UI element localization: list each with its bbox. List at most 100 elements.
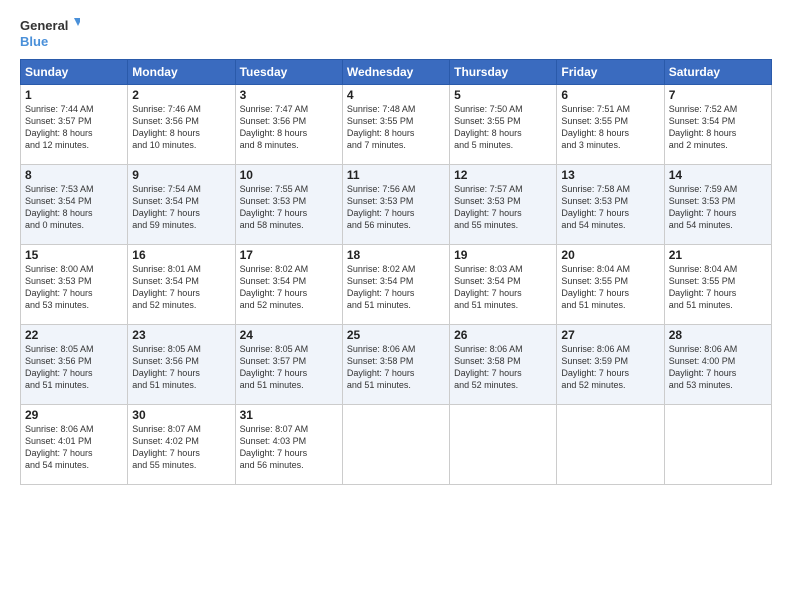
day-number: 8 bbox=[25, 168, 123, 182]
day-cell: 9Sunrise: 7:54 AMSunset: 3:54 PMDaylight… bbox=[128, 165, 235, 245]
day-info: Sunrise: 7:52 AMSunset: 3:54 PMDaylight:… bbox=[669, 103, 767, 152]
day-info: Sunrise: 7:54 AMSunset: 3:54 PMDaylight:… bbox=[132, 183, 230, 232]
day-info: Sunrise: 8:04 AMSunset: 3:55 PMDaylight:… bbox=[561, 263, 659, 312]
day-number: 7 bbox=[669, 88, 767, 102]
day-info: Sunrise: 7:56 AMSunset: 3:53 PMDaylight:… bbox=[347, 183, 445, 232]
calendar-table: SundayMondayTuesdayWednesdayThursdayFrid… bbox=[20, 59, 772, 485]
day-header-friday: Friday bbox=[557, 60, 664, 85]
day-number: 30 bbox=[132, 408, 230, 422]
day-number: 18 bbox=[347, 248, 445, 262]
day-number: 17 bbox=[240, 248, 338, 262]
day-info: Sunrise: 7:59 AMSunset: 3:53 PMDaylight:… bbox=[669, 183, 767, 232]
day-info: Sunrise: 7:50 AMSunset: 3:55 PMDaylight:… bbox=[454, 103, 552, 152]
day-number: 6 bbox=[561, 88, 659, 102]
day-cell: 11Sunrise: 7:56 AMSunset: 3:53 PMDayligh… bbox=[342, 165, 449, 245]
day-number: 4 bbox=[347, 88, 445, 102]
day-info: Sunrise: 8:06 AMSunset: 4:00 PMDaylight:… bbox=[669, 343, 767, 392]
week-row-4: 22 Sunrise: 8:05 AMSunset: 3:56 PMDayligh… bbox=[21, 325, 772, 405]
day-cell bbox=[557, 405, 664, 485]
day-cell: 18Sunrise: 8:02 AMSunset: 3:54 PMDayligh… bbox=[342, 245, 449, 325]
day-cell: 19Sunrise: 8:03 AMSunset: 3:54 PMDayligh… bbox=[450, 245, 557, 325]
day-cell: 1Sunrise: 7:44 AMSunset: 3:57 PMDaylight… bbox=[21, 85, 128, 165]
day-cell: 2Sunrise: 7:46 AMSunset: 3:56 PMDaylight… bbox=[128, 85, 235, 165]
day-number: 2 bbox=[132, 88, 230, 102]
day-info: Sunrise: 8:00 AMSunset: 3:53 PMDaylight:… bbox=[25, 263, 123, 312]
day-info: Sunrise: 8:02 AMSunset: 3:54 PMDaylight:… bbox=[347, 263, 445, 312]
day-info: Sunrise: 8:02 AMSunset: 3:54 PMDaylight:… bbox=[240, 263, 338, 312]
day-cell: 21Sunrise: 8:04 AMSunset: 3:55 PMDayligh… bbox=[664, 245, 771, 325]
day-header-tuesday: Tuesday bbox=[235, 60, 342, 85]
day-number: 12 bbox=[454, 168, 552, 182]
day-number: 26 bbox=[454, 328, 552, 342]
day-number: 16 bbox=[132, 248, 230, 262]
day-info: Sunrise: 8:03 AMSunset: 3:54 PMDaylight:… bbox=[454, 263, 552, 312]
logo: General Blue bbox=[20, 16, 80, 51]
day-number: 29 bbox=[25, 408, 123, 422]
day-info: Sunrise: 7:57 AMSunset: 3:53 PMDaylight:… bbox=[454, 183, 552, 232]
day-info: Sunrise: 8:01 AMSunset: 3:54 PMDaylight:… bbox=[132, 263, 230, 312]
day-cell: 6Sunrise: 7:51 AMSunset: 3:55 PMDaylight… bbox=[557, 85, 664, 165]
day-info: Sunrise: 8:07 AMSunset: 4:02 PMDaylight:… bbox=[132, 423, 230, 472]
day-number: 22 bbox=[25, 328, 123, 342]
day-info: Sunrise: 8:06 AMSunset: 3:58 PMDaylight:… bbox=[454, 343, 552, 392]
day-number: 25 bbox=[347, 328, 445, 342]
header: General Blue bbox=[20, 16, 772, 51]
week-row-5: 29Sunrise: 8:06 AMSunset: 4:01 PMDayligh… bbox=[21, 405, 772, 485]
day-number: 10 bbox=[240, 168, 338, 182]
day-cell bbox=[342, 405, 449, 485]
day-info: Sunrise: 7:46 AMSunset: 3:56 PMDaylight:… bbox=[132, 103, 230, 152]
day-number: 21 bbox=[669, 248, 767, 262]
day-cell: 28Sunrise: 8:06 AMSunset: 4:00 PMDayligh… bbox=[664, 325, 771, 405]
day-cell: 17Sunrise: 8:02 AMSunset: 3:54 PMDayligh… bbox=[235, 245, 342, 325]
day-cell: 13Sunrise: 7:58 AMSunset: 3:53 PMDayligh… bbox=[557, 165, 664, 245]
svg-text:General: General bbox=[20, 18, 68, 33]
week-row-2: 8Sunrise: 7:53 AMSunset: 3:54 PMDaylight… bbox=[21, 165, 772, 245]
day-header-monday: Monday bbox=[128, 60, 235, 85]
day-cell: 12Sunrise: 7:57 AMSunset: 3:53 PMDayligh… bbox=[450, 165, 557, 245]
day-cell: 27Sunrise: 8:06 AMSunset: 3:59 PMDayligh… bbox=[557, 325, 664, 405]
day-number: 13 bbox=[561, 168, 659, 182]
day-cell: 5Sunrise: 7:50 AMSunset: 3:55 PMDaylight… bbox=[450, 85, 557, 165]
day-info: Sunrise: 7:55 AMSunset: 3:53 PMDaylight:… bbox=[240, 183, 338, 232]
day-info: Sunrise: 7:44 AMSunset: 3:57 PMDaylight:… bbox=[25, 103, 123, 152]
day-number: 19 bbox=[454, 248, 552, 262]
day-number: 15 bbox=[25, 248, 123, 262]
day-info: Sunrise: 7:48 AMSunset: 3:55 PMDaylight:… bbox=[347, 103, 445, 152]
day-number: 11 bbox=[347, 168, 445, 182]
day-info: Sunrise: 8:06 AMSunset: 3:59 PMDaylight:… bbox=[561, 343, 659, 392]
day-number: 20 bbox=[561, 248, 659, 262]
day-header-sunday: Sunday bbox=[21, 60, 128, 85]
day-header-thursday: Thursday bbox=[450, 60, 557, 85]
day-info: Sunrise: 7:47 AMSunset: 3:56 PMDaylight:… bbox=[240, 103, 338, 152]
day-info: Sunrise: 7:53 AMSunset: 3:54 PMDaylight:… bbox=[25, 183, 123, 232]
day-info: Sunrise: 8:05 AMSunset: 3:57 PMDaylight:… bbox=[240, 343, 338, 392]
day-cell: 7Sunrise: 7:52 AMSunset: 3:54 PMDaylight… bbox=[664, 85, 771, 165]
day-cell: 14Sunrise: 7:59 AMSunset: 3:53 PMDayligh… bbox=[664, 165, 771, 245]
day-info: Sunrise: 8:05 AMSunset: 3:56 PMDaylight:… bbox=[132, 343, 230, 392]
day-info: Sunrise: 7:58 AMSunset: 3:53 PMDaylight:… bbox=[561, 183, 659, 232]
day-cell: 31Sunrise: 8:07 AMSunset: 4:03 PMDayligh… bbox=[235, 405, 342, 485]
svg-text:Blue: Blue bbox=[20, 34, 48, 49]
day-number: 24 bbox=[240, 328, 338, 342]
day-number: 14 bbox=[669, 168, 767, 182]
day-cell: 25Sunrise: 8:06 AMSunset: 3:58 PMDayligh… bbox=[342, 325, 449, 405]
day-number: 5 bbox=[454, 88, 552, 102]
page: General Blue SundayMondayTuesdayWednesda… bbox=[0, 0, 792, 495]
day-header-saturday: Saturday bbox=[664, 60, 771, 85]
day-number: 23 bbox=[132, 328, 230, 342]
day-cell: 29Sunrise: 8:06 AMSunset: 4:01 PMDayligh… bbox=[21, 405, 128, 485]
day-info: Sunrise: 8:07 AMSunset: 4:03 PMDaylight:… bbox=[240, 423, 338, 472]
day-cell bbox=[664, 405, 771, 485]
logo-svg: General Blue bbox=[20, 16, 80, 51]
day-cell bbox=[450, 405, 557, 485]
day-cell: 15Sunrise: 8:00 AMSunset: 3:53 PMDayligh… bbox=[21, 245, 128, 325]
day-header-wednesday: Wednesday bbox=[342, 60, 449, 85]
day-cell: 4Sunrise: 7:48 AMSunset: 3:55 PMDaylight… bbox=[342, 85, 449, 165]
day-info: Sunrise: 8:04 AMSunset: 3:55 PMDaylight:… bbox=[669, 263, 767, 312]
day-cell: 8Sunrise: 7:53 AMSunset: 3:54 PMDaylight… bbox=[21, 165, 128, 245]
week-row-3: 15Sunrise: 8:00 AMSunset: 3:53 PMDayligh… bbox=[21, 245, 772, 325]
day-cell: 10Sunrise: 7:55 AMSunset: 3:53 PMDayligh… bbox=[235, 165, 342, 245]
day-cell: 23Sunrise: 8:05 AMSunset: 3:56 PMDayligh… bbox=[128, 325, 235, 405]
day-cell: 20Sunrise: 8:04 AMSunset: 3:55 PMDayligh… bbox=[557, 245, 664, 325]
day-cell: 3Sunrise: 7:47 AMSunset: 3:56 PMDaylight… bbox=[235, 85, 342, 165]
